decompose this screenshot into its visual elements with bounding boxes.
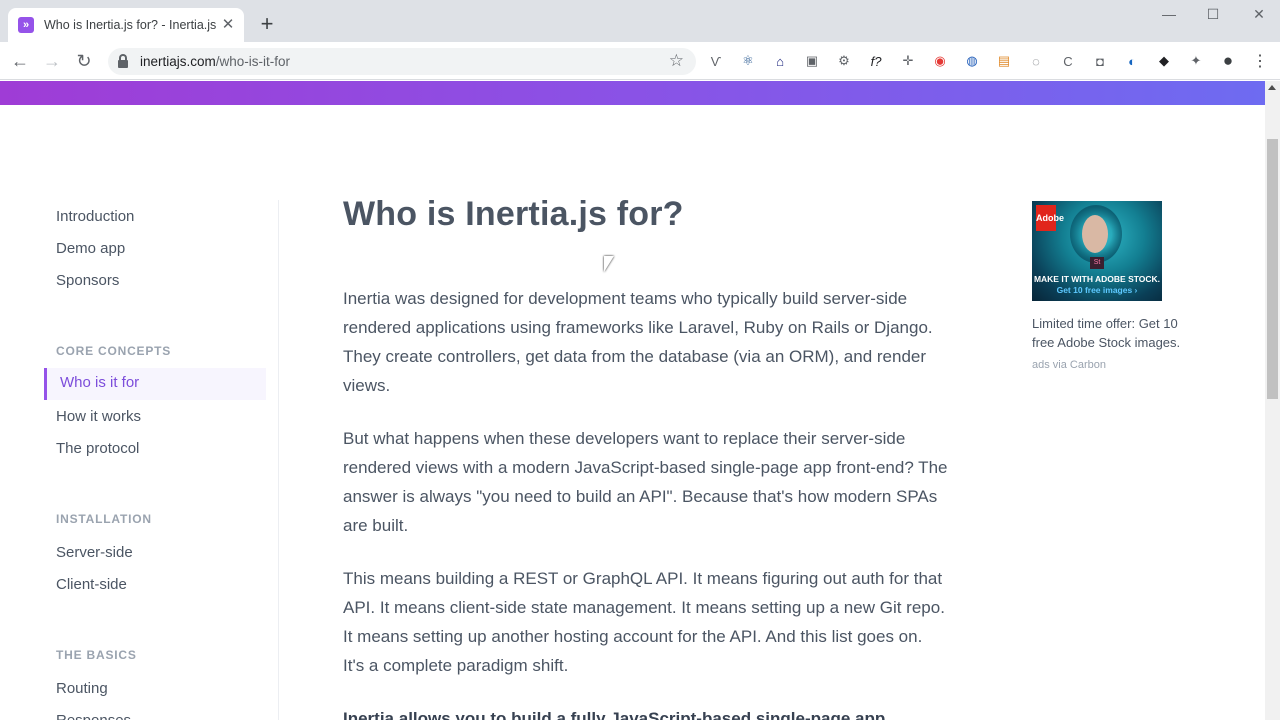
sidebar-item-sponsors[interactable]: Sponsors bbox=[56, 272, 119, 289]
globe-extension-icon[interactable]: ◍ bbox=[963, 52, 981, 70]
mouse-cursor-icon bbox=[604, 256, 614, 272]
tab-strip: » Who is Inertia.js for? - Inertia.js ✕ … bbox=[0, 0, 1280, 42]
tab-close-icon[interactable]: ✕ bbox=[220, 17, 236, 33]
profile-avatar-icon[interactable]: ● bbox=[1219, 51, 1237, 70]
extension-badge-icon[interactable]: ⌂ bbox=[771, 52, 789, 70]
back-button[interactable]: ← bbox=[8, 49, 32, 73]
docs-sidebar: Introduction Demo app Sponsors CORE CONC… bbox=[44, 200, 279, 720]
ad-image[interactable]: Adobe St MAKE IT WITH ADOBE STOCK. Get 1… bbox=[1032, 201, 1162, 301]
maximize-button[interactable]: ☐ bbox=[1190, 6, 1236, 26]
minimize-button[interactable]: — bbox=[1146, 6, 1192, 26]
scroll-up-arrow-icon[interactable] bbox=[1268, 85, 1276, 90]
sidebar-heading-core-concepts: CORE CONCEPTS bbox=[56, 344, 172, 358]
scrollbar-thumb[interactable] bbox=[1267, 139, 1278, 399]
ad-cta: Get 10 free images › bbox=[1056, 285, 1138, 295]
sidebar-item-demo-app[interactable]: Demo app bbox=[56, 240, 125, 257]
paragraph-intro: Inertia was designed for development tea… bbox=[343, 289, 933, 395]
tab-title: Who is Inertia.js for? - Inertia.js bbox=[44, 18, 216, 32]
sidebar-item-introduction[interactable]: Introduction bbox=[56, 208, 134, 225]
ads-via-carbon-link[interactable]: ads via Carbon bbox=[1032, 359, 1202, 371]
sidebar-item-responses[interactable]: Responses bbox=[56, 712, 131, 720]
lock-icon[interactable] bbox=[118, 54, 128, 68]
sidebar-item-routing[interactable]: Routing bbox=[56, 680, 108, 697]
reload-button[interactable]: ↻ bbox=[72, 49, 96, 73]
main-content: Who is Inertia.js for? Inertia was desig… bbox=[343, 195, 963, 720]
browser-tab[interactable]: » Who is Inertia.js for? - Inertia.js ✕ bbox=[8, 8, 244, 42]
close-window-button[interactable]: ✕ bbox=[1236, 6, 1280, 26]
sidebar-item-server-side[interactable]: Server-side bbox=[56, 544, 133, 561]
adobe-logo-icon: Adobe bbox=[1036, 205, 1064, 231]
extension-gear-icon[interactable]: ⚙ bbox=[835, 52, 853, 70]
url-text[interactable]: inertiajs.com/who-is-it-for bbox=[140, 54, 290, 69]
extension-window-icon[interactable]: ▤ bbox=[995, 52, 1013, 70]
font-finder-icon[interactable]: f? bbox=[867, 52, 885, 70]
extension-c-icon[interactable]: C bbox=[1059, 52, 1077, 70]
measure-icon[interactable]: ✛ bbox=[899, 52, 917, 70]
url-host: inertiajs.com bbox=[140, 54, 216, 69]
forward-button[interactable]: → bbox=[40, 49, 64, 73]
inertia-favicon-icon: » bbox=[18, 17, 34, 33]
browser-toolbar: ← → ↻ inertiajs.com/who-is-it-for ☆ Ѵ ⚛ … bbox=[0, 42, 1280, 80]
page-scrollbar[interactable] bbox=[1265, 81, 1280, 720]
color-picker-icon[interactable]: ◉ bbox=[931, 52, 949, 70]
paragraph-api-question: But what happens when these developers w… bbox=[343, 429, 948, 535]
sidebar-item-client-side[interactable]: Client-side bbox=[56, 576, 127, 593]
extensions-puzzle-icon[interactable]: ✦ bbox=[1187, 52, 1205, 70]
bookmark-star-icon[interactable]: ☆ bbox=[669, 51, 684, 71]
extension-circle-icon[interactable]: ◌ bbox=[1027, 52, 1045, 70]
ad-portrait bbox=[1082, 215, 1108, 253]
extension-blue-icon[interactable]: ◐ bbox=[1123, 52, 1141, 70]
carbon-ad: Adobe St MAKE IT WITH ADOBE STOCK. Get 1… bbox=[1032, 201, 1202, 371]
react-devtools-icon[interactable]: ⚛ bbox=[739, 52, 757, 70]
adobe-stock-badge-icon: St bbox=[1090, 257, 1104, 269]
sidebar-heading-installation: INSTALLATION bbox=[56, 512, 152, 526]
sidebar-item-label: Who is it for bbox=[60, 374, 140, 391]
ad-headline: MAKE IT WITH ADOBE STOCK. bbox=[1033, 274, 1161, 284]
paragraph-paradigm-shift: This means building a REST or GraphQL AP… bbox=[343, 569, 945, 675]
sidebar-heading-the-basics: THE BASICS bbox=[56, 648, 137, 662]
sidebar-item-who-is-it-for[interactable]: Who is it for bbox=[44, 368, 266, 400]
extension-screen-icon[interactable]: ▣ bbox=[803, 52, 821, 70]
address-bar[interactable]: inertiajs.com/who-is-it-for ☆ bbox=[108, 48, 696, 75]
paragraph-inertia-allows: Inertia allows you to build a fully Java… bbox=[343, 709, 886, 720]
extension-dark-icon[interactable]: ◆ bbox=[1155, 52, 1173, 70]
sidebar-item-the-protocol[interactable]: The protocol bbox=[56, 440, 139, 457]
vue-devtools-icon[interactable]: Ѵ bbox=[707, 52, 725, 70]
url-path: /who-is-it-for bbox=[215, 54, 291, 69]
menu-kebab-icon[interactable]: ⋮ bbox=[1251, 52, 1269, 70]
ad-description-link[interactable]: Limited time offer: Get 10 free Adobe St… bbox=[1032, 314, 1202, 352]
sidebar-item-how-it-works[interactable]: How it works bbox=[56, 408, 141, 425]
camera-extension-icon[interactable]: ◘ bbox=[1091, 52, 1109, 70]
header-gradient-band bbox=[0, 81, 1265, 105]
page-title: Who is Inertia.js for? bbox=[343, 195, 684, 233]
new-tab-button[interactable]: + bbox=[256, 13, 278, 36]
